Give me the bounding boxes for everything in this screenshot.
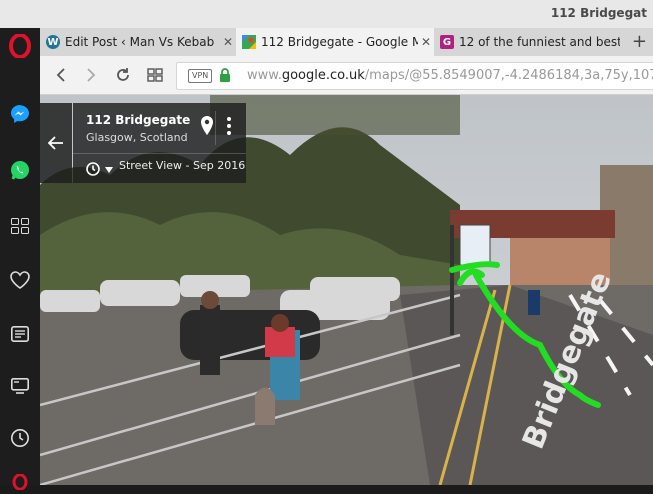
reload-button[interactable] <box>112 64 134 86</box>
vpn-badge[interactable]: VPN <box>188 69 213 83</box>
window-titlebar: 112 Bridgegat <box>0 0 653 28</box>
opera-logo-icon[interactable] <box>8 34 32 58</box>
new-tab-button[interactable]: + <box>632 31 647 52</box>
url-text[interactable]: www.google.co.uk/maps/@55.8549007,-4.248… <box>247 68 653 83</box>
back-arrow-button[interactable] <box>40 103 72 183</box>
more-options-icon[interactable] <box>225 115 233 137</box>
heart-icon[interactable] <box>8 268 32 292</box>
address-bar[interactable]: VPN www.google.co.uk/maps/@55.8549007,-4… <box>176 62 653 90</box>
wordpress-icon: W <box>46 35 60 49</box>
tab-label: 12 of the funniest and best <box>459 35 620 49</box>
forward-button[interactable] <box>80 64 102 86</box>
street-view-image[interactable]: Bridgegate 112 Bridgegate Glasgow, Scotl… <box>40 95 653 485</box>
map-pin-icon[interactable] <box>198 115 216 137</box>
speed-dial-button[interactable] <box>144 64 166 86</box>
place-title: 112 Bridgegate <box>86 113 191 127</box>
imagery-date: Street View - Sep 2016 <box>119 159 246 172</box>
card-separator <box>73 153 246 154</box>
history-icon[interactable] <box>8 426 32 450</box>
messenger-icon[interactable] <box>8 102 32 126</box>
back-button[interactable] <box>50 64 72 86</box>
opera-sidebar <box>0 28 40 490</box>
tab-label: Edit Post ‹ Man Vs Kebab <box>65 35 215 49</box>
place-card: 112 Bridgegate Glasgow, Scotland Street … <box>73 103 246 183</box>
close-icon[interactable]: ✕ <box>418 35 434 49</box>
url-domain: google.co.uk <box>281 68 365 83</box>
window-title: 112 Bridgegat <box>550 6 647 20</box>
lock-icon <box>220 68 230 82</box>
close-icon[interactable]: ✕ <box>220 35 236 49</box>
tab-edit-post[interactable]: W Edit Post ‹ Man Vs Kebab ✕ <box>40 28 236 56</box>
tab-bar: W Edit Post ‹ Man Vs Kebab ✕ 112 Bridgeg… <box>40 28 653 56</box>
whatsapp-icon[interactable] <box>8 158 32 182</box>
chevron-down-icon[interactable] <box>105 167 113 173</box>
tab-funniest[interactable]: G 12 of the funniest and best <box>434 28 620 56</box>
browser-toolbar: VPN www.google.co.uk/maps/@55.8549007,-4… <box>40 56 653 95</box>
url-prefix: www. <box>247 68 282 83</box>
place-subtitle: Glasgow, Scotland <box>86 131 188 144</box>
url-path: /maps/@55.8549007,-4.2486184,3a,75y,107.… <box>364 68 653 83</box>
speed-dial-icon[interactable] <box>8 214 32 238</box>
tab-label: 112 Bridgegate - Google Maps <box>261 35 418 49</box>
news-icon[interactable] <box>8 322 32 346</box>
opera-small-icon[interactable] <box>8 470 32 494</box>
tabs-icon[interactable] <box>8 374 32 398</box>
tab-google-maps[interactable]: 112 Bridgegate - Google Maps ✕ <box>236 28 434 56</box>
place-info-card: 112 Bridgegate Glasgow, Scotland Street … <box>40 103 246 183</box>
history-clock-icon[interactable] <box>85 161 101 177</box>
g-icon: G <box>440 35 454 49</box>
google-maps-icon <box>242 35 256 49</box>
